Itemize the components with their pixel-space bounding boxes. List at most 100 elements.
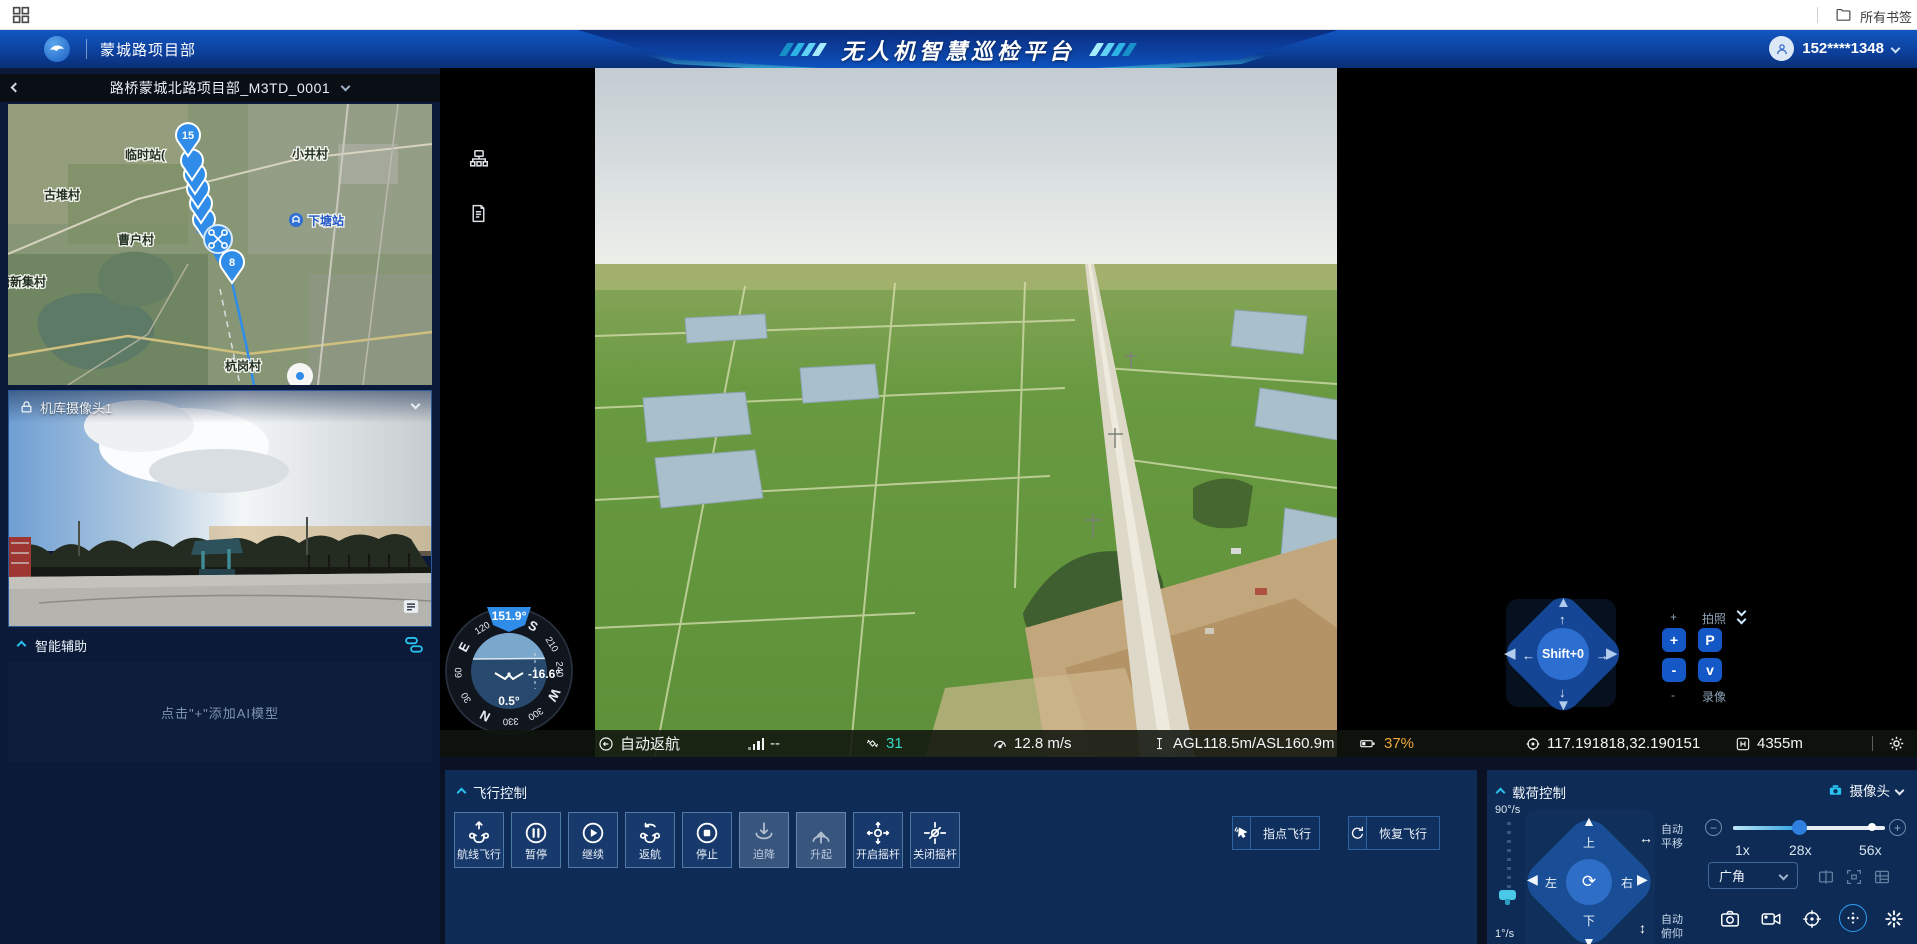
collapse-chevron-icon <box>457 787 467 797</box>
screen-fit-icon[interactable] <box>1845 868 1863 886</box>
battery-value: 37% <box>1384 735 1414 752</box>
dpad-right-triangle-icon[interactable]: ▶ <box>1637 872 1648 886</box>
disable-joystick-button[interactable]: 关闭摇杆 <box>910 812 960 868</box>
altitude-value: AGL118.5m/ASL160.9m <box>1173 735 1334 752</box>
pad-left-triangle-icon[interactable]: ◀ <box>1504 646 1516 661</box>
force-land-button: 迫降 <box>739 812 789 868</box>
org-name: 蒙城路项目部 <box>100 39 196 60</box>
route-flight-button[interactable]: 航线飞行 <box>454 812 504 868</box>
record-video-icon[interactable] <box>1760 908 1782 930</box>
zoom-plus-button[interactable]: + <box>1889 819 1906 836</box>
dock-camera-title: 机库摄像头1 <box>40 398 112 417</box>
banner-slashes-right <box>1093 43 1133 56</box>
payload-control-header[interactable]: 载荷控制 <box>1497 782 1566 802</box>
zoom-max-dot <box>1868 823 1876 831</box>
return-home-button[interactable]: 返航 <box>625 812 675 868</box>
map-label: 古堆村 <box>44 187 80 202</box>
avatar <box>1769 36 1794 61</box>
auto-tilt-arrows-icon[interactable]: ↕ <box>1639 920 1646 936</box>
svg-text:8: 8 <box>229 257 235 269</box>
dpad-right-label: 右 <box>1621 874 1633 891</box>
map-label: 小井村 <box>292 146 328 161</box>
pad-up-triangle-icon[interactable]: ▲ <box>1556 595 1571 610</box>
gimbal-recenter-button[interactable]: ⟳ <box>1566 859 1612 905</box>
dpad-up-triangle-icon[interactable]: ▲ <box>1582 814 1596 828</box>
device-topology-icon[interactable] <box>468 148 490 170</box>
auto-pan-arrows-icon[interactable]: ↔ <box>1639 830 1653 846</box>
auto-pan-label: 自动平移 <box>1661 824 1687 852</box>
banner-slashes-left <box>783 43 823 56</box>
payload-control-panel: 载荷控制 摄像头 90°/s 1°/s ▲ ◀ ▶ ▼ 上 左 右 下 ⟳ ↔ … <box>1487 770 1917 944</box>
user-menu[interactable]: 152****1348 <box>1769 36 1899 61</box>
flight-log-icon[interactable] <box>468 203 489 224</box>
continue-button[interactable]: 继续 <box>568 812 618 868</box>
flight-mode-label: 自动返航 <box>620 733 680 754</box>
target-lock-icon[interactable] <box>1801 908 1823 930</box>
browser-bookmark-bar: 所有书签 <box>0 0 1917 30</box>
ai-assist-header[interactable]: 智能辅助 <box>0 633 440 657</box>
pause-button[interactable]: 暂停 <box>511 812 561 868</box>
record-key-button[interactable]: v <box>1698 658 1722 682</box>
zoom-slider-handle[interactable] <box>1792 820 1807 835</box>
gimbal-speed-min: 1°/s <box>1495 928 1514 940</box>
beacon-light-icon[interactable] <box>1883 908 1905 930</box>
ai-models-icon[interactable] <box>404 635 424 655</box>
payload-control-title: 载荷控制 <box>1512 782 1566 802</box>
ai-empty-hint: 点击"+"添加AI模型 <box>161 703 279 722</box>
dock-lock-icon <box>19 400 34 415</box>
zoom-plus-label: + <box>1670 610 1677 624</box>
settings-gear-icon[interactable] <box>1888 730 1905 757</box>
screen-grid-icon[interactable] <box>1873 868 1891 886</box>
zoom-in-button[interactable]: + <box>1662 628 1686 652</box>
dock-camera-panel[interactable]: 机库摄像头1 <box>8 390 432 627</box>
flight-control-header[interactable]: 飞行控制 <box>458 782 527 802</box>
arrow-left-icon: ← <box>1522 648 1535 663</box>
photo-key-button[interactable]: P <box>1698 628 1722 652</box>
ai-model-empty-area[interactable]: 点击"+"添加AI模型 <box>8 662 432 762</box>
collapse-chevron-icon <box>1496 787 1506 797</box>
gimbal-speed-handle[interactable] <box>1499 890 1516 900</box>
zoom-minus-button[interactable]: − <box>1705 819 1722 836</box>
gimbal-speed-track[interactable] <box>1507 822 1511 900</box>
signal-strength: -- <box>748 730 780 757</box>
all-bookmarks-button[interactable]: 所有书签 <box>1860 7 1912 26</box>
point-flight-button[interactable]: 指点飞行 <box>1232 816 1320 850</box>
route-flight-icon <box>466 820 492 846</box>
dpad-left-label: 左 <box>1545 874 1557 891</box>
stop-button[interactable]: 停止 <box>682 812 732 868</box>
screen-split-icon[interactable] <box>1817 868 1835 886</box>
gimbal-center-key[interactable]: Shift+0 <box>1537 628 1589 680</box>
camera-list-icon[interactable] <box>401 597 421 616</box>
arrow-right-icon: → <box>1596 648 1609 663</box>
pitch-value: -16.6° <box>528 667 560 681</box>
metro-station-icon <box>289 213 303 227</box>
resume-flight-button[interactable]: 恢复飞行 <box>1348 816 1440 850</box>
route-map[interactable]: 临时站( 小井村 古堆村 曹户村 塘新集村 杭岗村 下塘站 15 <box>8 104 432 385</box>
collapse-double-chevron-icon[interactable] <box>1738 608 1745 623</box>
camera-selector-label: 摄像头 <box>1850 780 1891 800</box>
map-label: 下塘站 <box>308 213 344 228</box>
collapse-chevron-icon <box>17 640 27 650</box>
home-distance-value: 4355m <box>1757 735 1803 752</box>
platform-title: 无人机智慧巡检平台 <box>841 34 1075 66</box>
pad-down-triangle-icon[interactable]: ▼ <box>1556 698 1571 713</box>
enable-joystick-button[interactable]: 开启摇杆 <box>853 812 903 868</box>
dpad-down-triangle-icon[interactable]: ▼ <box>1582 935 1596 944</box>
take-photo-icon[interactable] <box>1719 908 1741 930</box>
app-logo <box>44 36 70 62</box>
apps-grid-icon[interactable] <box>10 4 32 26</box>
device-title: 路桥蒙城北路项目部_M3TD_0001 <box>0 74 440 102</box>
lens-mode-dropdown[interactable]: 广角 <box>1708 862 1798 889</box>
flight-control-panel: 飞行控制 航线飞行 暂停 继续 返航 停止 <box>445 770 1477 944</box>
zoom-tick-56x: 56x <box>1859 842 1882 858</box>
arrow-up-icon: ↑ <box>1559 612 1566 627</box>
camera-selector[interactable]: 摄像头 <box>1827 780 1904 800</box>
map-label: 临时站( <box>125 147 165 162</box>
dock-camera-collapse-icon[interactable] <box>411 400 421 410</box>
dpad-down-label: 下 <box>1583 912 1595 929</box>
dpad-left-triangle-icon[interactable]: ◀ <box>1527 872 1538 886</box>
ground-speed: 12.8 m/s <box>992 730 1072 757</box>
gimbal-control-active-icon[interactable] <box>1839 904 1867 932</box>
zoom-out-button[interactable]: - <box>1662 658 1686 682</box>
svg-text:60: 60 <box>453 667 464 678</box>
